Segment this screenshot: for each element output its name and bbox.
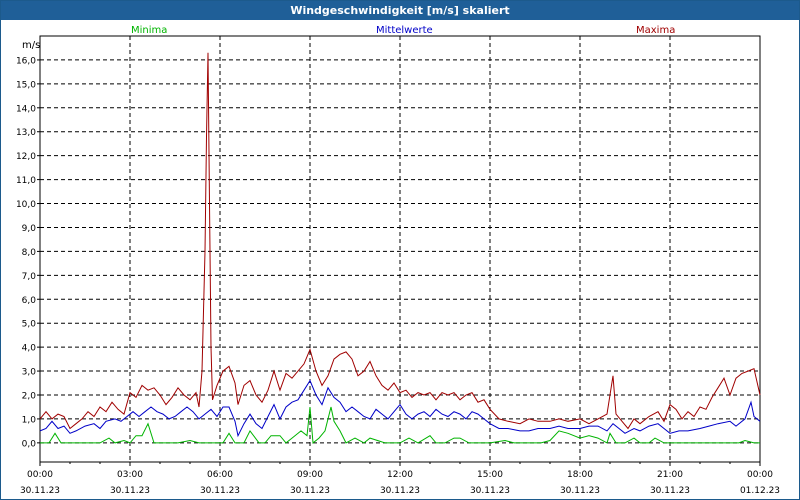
x-tick-time-label: 21:00 — [657, 470, 683, 480]
chart-plot-svg: m/s 0,0 1,0 2,0 3,0 4,0 5,0 6,0 7,0 8,0 9,0 10,0 11… — [16, 35, 780, 496]
grid-layer — [39, 35, 761, 463]
x-tick-date-label: 30.11.23 — [470, 486, 510, 496]
x-tick-time-label: 03:00 — [117, 470, 143, 480]
axis-layer: m/s 0,0 1,0 2,0 3,0 4,0 5,0 6,0 7,0 8,0 9,0 10,0 11… — [16, 40, 780, 496]
y-tick-label: 12,0 — [16, 152, 36, 162]
y-axis-label: m/s — [22, 40, 40, 51]
x-tick-time-label: 00:00 — [27, 470, 53, 480]
x-tick-date-label: 30.11.23 — [380, 486, 420, 496]
x-tick-time-label: 15:00 — [477, 470, 503, 480]
x-tick-date-label: 30.11.23 — [290, 486, 330, 496]
y-tick-label: 6,0 — [22, 296, 37, 306]
y-tick-label: 7,0 — [22, 272, 37, 282]
x-tick-date-label: 30.11.23 — [200, 486, 240, 496]
y-tick-label: 11,0 — [16, 176, 36, 186]
y-tick-label: 9,0 — [22, 224, 37, 234]
y-tick-label: 10,0 — [16, 200, 36, 210]
x-tick-time-label: 18:00 — [567, 470, 593, 480]
y-tick-label: 13,0 — [16, 128, 36, 138]
y-tick-label: 16,0 — [16, 56, 36, 66]
x-tick-time-label: 00:00 — [747, 470, 773, 480]
x-tick-time-label: 09:00 — [297, 470, 323, 480]
y-tick-label: 0,0 — [22, 439, 37, 449]
x-tick-date-label: 30.11.23 — [110, 486, 150, 496]
y-tick-label: 8,0 — [22, 248, 37, 258]
x-tick-date-label: 30.11.23 — [560, 486, 600, 496]
y-tick-label: 14,0 — [16, 104, 36, 114]
x-tick-date-label: 01.12.23 — [740, 486, 780, 496]
y-tick-label: 3,0 — [22, 368, 37, 378]
y-tick-label: 2,0 — [22, 391, 37, 401]
x-tick-date-label: 30.11.23 — [20, 486, 60, 496]
y-tick-label: 4,0 — [22, 344, 37, 354]
x-tick-date-label: 30.11.23 — [650, 486, 690, 496]
y-tick-label: 5,0 — [22, 320, 37, 330]
y-tick-label: 15,0 — [16, 80, 36, 90]
x-tick-time-label: 06:00 — [207, 470, 233, 480]
x-tick-time-label: 12:00 — [387, 470, 413, 480]
y-tick-label: 1,0 — [22, 415, 37, 425]
